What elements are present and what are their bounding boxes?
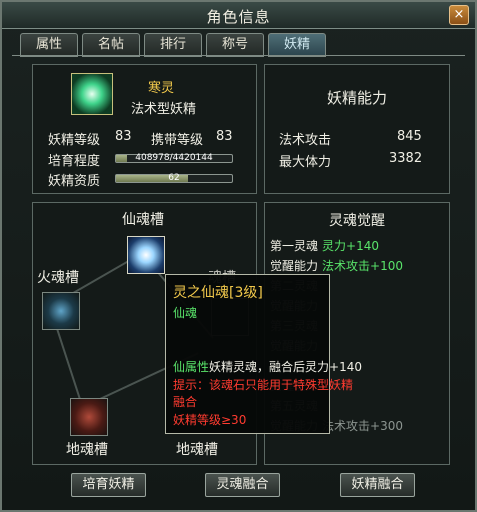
tooltip-requirement: 妖精等级≥30 [173, 413, 247, 427]
awakening-row-value: 灵力+140 [322, 239, 379, 253]
ability-title: 妖精能力 [326, 89, 387, 107]
fairy-fusion-button[interactable]: 妖精融合 [340, 473, 415, 497]
tooltip-hint: 提示：该魂石只能用于特殊型妖精 [173, 378, 354, 392]
di-slot-label-right: 地魂槽 [176, 442, 218, 458]
pet-info-panel: 寒灵 法术型妖精 妖精等级 83 携带等级 83 培育程度 408978/442… [32, 64, 257, 194]
tab-divider [12, 55, 465, 56]
soul-fusion-button[interactable]: 灵魂融合 [205, 473, 280, 497]
tooltip-title: 灵之仙魂[3级] [173, 285, 263, 301]
ability-row-value: 845 [397, 129, 422, 144]
xian-soul-slot[interactable] [127, 236, 165, 274]
quality-label: 妖精资质 [48, 174, 101, 189]
close-button[interactable]: × [449, 5, 469, 25]
awakening-row-value: 法术攻击+100 [322, 259, 403, 273]
ability-panel: 妖精能力 法术攻击 845 最大体力 3382 [264, 64, 450, 194]
carry-level-label: 携带等级 [151, 133, 204, 148]
tooltip-effect-text: 妖精灵魂，融合后灵力+140 [209, 360, 362, 374]
awakening-row-label: 第一灵魂 [270, 239, 319, 253]
tab-titles[interactable]: 称号 [206, 33, 264, 57]
cultivate-label: 培育程度 [48, 154, 101, 169]
cultivate-fairy-button[interactable]: 培育妖精 [71, 473, 146, 497]
quality-bar-text: 62 [168, 173, 180, 183]
pet-avatar[interactable] [71, 73, 113, 115]
awakening-row: 第一灵魂 灵力+140 [270, 237, 379, 254]
ability-row-value: 3382 [389, 151, 423, 166]
tooltip-hint-cont: 融合 [173, 395, 198, 409]
di-soul-slot-left[interactable] [70, 398, 108, 436]
window-title: 角色信息 [206, 8, 271, 26]
di-slot-label-left: 地魂槽 [66, 442, 108, 458]
awakening-row-label: 觉醒能力 [270, 259, 319, 273]
tab-namecard[interactable]: 名帖 [82, 33, 140, 57]
tooltip-subtitle: 仙魂 [173, 306, 198, 320]
tooltip-effect: 仙属性妖精灵魂，融合后灵力+140 [173, 358, 362, 375]
pet-level-value: 83 [115, 129, 132, 144]
huo-soul-slot[interactable] [42, 292, 80, 330]
cultivate-progress-bar: 408978/4420144 [115, 153, 233, 163]
ability-row-label: 法术攻击 [279, 133, 332, 148]
character-info-window: 角色信息 × 属性 名帖 排行 称号 妖精 寒灵 法术型妖精 妖精等级 83 携… [0, 0, 477, 512]
pet-level-label: 妖精等级 [48, 133, 101, 148]
awakening-row-value: 法术攻击+300 [322, 419, 403, 433]
pet-name: 寒灵 [148, 81, 175, 96]
quality-bar: 62 [115, 173, 233, 183]
tab-attributes[interactable]: 属性 [20, 33, 78, 57]
soul-tooltip: 灵之仙魂[3级] 仙魂 仙属性妖精灵魂，融合后灵力+140 提示：该魂石只能用于… [165, 274, 362, 434]
title-bar[interactable]: 角色信息 × [2, 2, 475, 29]
ability-row-label: 最大体力 [279, 155, 332, 170]
tooltip-effect-prefix: 仙属性 [173, 360, 210, 374]
tab-ranking[interactable]: 排行 [144, 33, 202, 57]
xian-slot-label: 仙魂槽 [122, 212, 164, 228]
awakening-row: 觉醒能力 法术攻击+100 [270, 257, 403, 274]
tab-fairy[interactable]: 妖精 [268, 33, 326, 57]
cultivate-progress-text: 408978/4420144 [135, 153, 213, 163]
awakening-title: 灵魂觉醒 [329, 213, 385, 229]
huo-slot-label: 火魂槽 [37, 270, 79, 286]
pet-type: 法术型妖精 [131, 102, 197, 117]
carry-level-value: 83 [216, 129, 233, 144]
